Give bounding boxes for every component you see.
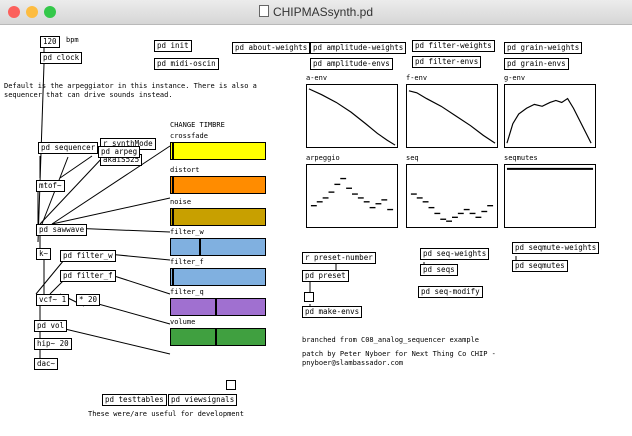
- default-arpeggiator-comment-line1: Default is the arpeggiator in this insta…: [4, 82, 257, 90]
- patch-by-comment-line1: patch by Peter Nyboer for Next Thing Co …: [302, 350, 496, 358]
- seq-array[interactable]: [406, 164, 498, 228]
- filter-q-slider[interactable]: [170, 298, 266, 316]
- arpeggio-array-label: arpeggio: [306, 154, 340, 162]
- pd-init-object[interactable]: pd init: [154, 40, 192, 52]
- window-title-text: CHIPMASsynth.pd: [272, 5, 374, 19]
- volume-slider-knob[interactable]: [215, 329, 217, 345]
- dac-object[interactable]: dac~: [34, 358, 59, 370]
- change-timbre-heading: CHANGE TIMBRE: [170, 121, 225, 129]
- pd-patch-window: CHIPMASsynth.pd 120 bpm pd clock pd init…: [0, 0, 632, 436]
- f-env-array-label: f-env: [406, 74, 428, 82]
- bpm-number-box[interactable]: 120: [40, 36, 60, 48]
- filter-q-slider-knob[interactable]: [215, 299, 217, 315]
- pd-preset-object[interactable]: pd preset: [302, 270, 349, 282]
- filter-f-label: filter_f: [170, 258, 204, 266]
- title-bar: CHIPMASsynth.pd: [0, 0, 632, 25]
- default-arpeggiator-comment-line2: sequencer that can drive sounds instead.: [4, 91, 173, 99]
- f-env-array[interactable]: [406, 84, 498, 148]
- pd-seqmutes-object[interactable]: pd seqmutes: [512, 260, 568, 272]
- distort-slider[interactable]: [170, 176, 266, 194]
- branched-from-comment: branched from C08_analog_sequencer examp…: [302, 336, 480, 344]
- distort-label: distort: [170, 166, 200, 174]
- noise-slider-knob[interactable]: [172, 209, 174, 225]
- pd-seqs-object[interactable]: pd seqs: [420, 264, 458, 276]
- pd-amplitude-envs-object[interactable]: pd amplitude-envs: [310, 58, 393, 70]
- r-preset-number-object[interactable]: r preset-number: [302, 252, 376, 264]
- arpeggio-array[interactable]: [306, 164, 398, 228]
- pd-filter-f-object[interactable]: pd filter_f: [60, 270, 116, 282]
- filter-q-label: filter_q: [170, 288, 204, 296]
- bpm-label: bpm: [66, 36, 79, 44]
- distort-slider-knob[interactable]: [172, 177, 174, 193]
- pd-vol-object[interactable]: pd vol: [34, 320, 68, 332]
- crossfade-label: crossfade: [170, 132, 208, 140]
- pd-seq-modify-object[interactable]: pd seq-modify: [418, 286, 483, 298]
- patch-by-comment-line2: pnyboer@slambassador.com: [302, 359, 404, 367]
- viewsignals-toggle[interactable]: [226, 380, 236, 390]
- pd-seqmute-weights-object[interactable]: pd seqmute-weights: [512, 242, 600, 254]
- pd-filter-w-object[interactable]: pd filter_w: [60, 250, 116, 262]
- crossfade-slider-knob[interactable]: [172, 143, 174, 159]
- pd-about-weights-object[interactable]: pd about-weights: [232, 42, 311, 54]
- pd-midi-oscin-object[interactable]: pd midi-oscin: [154, 58, 219, 70]
- pd-clock-object[interactable]: pd clock: [40, 52, 83, 64]
- k-object[interactable]: k~: [36, 248, 52, 260]
- crossfade-slider[interactable]: [170, 142, 266, 160]
- hip-object[interactable]: hip~ 20: [34, 338, 72, 350]
- g-env-array[interactable]: [504, 84, 596, 148]
- patch-canvas[interactable]: 120 bpm pd clock pd init pd midi-oscin p…: [0, 24, 632, 436]
- filter-f-slider-knob[interactable]: [172, 269, 174, 285]
- pd-make-envs-object[interactable]: pd make-envs: [302, 306, 363, 318]
- multiply-20-object[interactable]: * 20: [76, 294, 101, 306]
- volume-slider[interactable]: [170, 328, 266, 346]
- seq-array-label: seq: [406, 154, 419, 162]
- pd-viewsignals-object[interactable]: pd viewsignals: [168, 394, 238, 406]
- pd-grain-envs-object[interactable]: pd grain-envs: [504, 58, 569, 70]
- make-envs-bang[interactable]: [304, 292, 314, 302]
- pd-sawwave-object[interactable]: pd sawwave: [36, 224, 88, 236]
- useful-for-development-comment: These were/are useful for development: [88, 410, 244, 418]
- pd-amplitude-weights-object[interactable]: pd amplitude-weights: [310, 42, 407, 54]
- mtof-object[interactable]: mtof~: [36, 180, 65, 192]
- window-title: CHIPMASsynth.pd: [0, 5, 632, 19]
- vcf-object[interactable]: vcf~ 1: [36, 294, 70, 306]
- pd-seq-weights-object[interactable]: pd seq-weights: [420, 248, 490, 260]
- a-env-array-label: a-env: [306, 74, 328, 82]
- filter-w-slider[interactable]: [170, 238, 266, 256]
- seqmutes-array-label: seqmutes: [504, 154, 538, 162]
- g-env-array-label: g-env: [504, 74, 526, 82]
- seqmutes-array[interactable]: [504, 164, 596, 228]
- filter-w-label: filter_w: [170, 228, 204, 236]
- pd-testtables-object[interactable]: pd testtables: [102, 394, 167, 406]
- pd-filter-weights-object[interactable]: pd filter-weights: [412, 40, 495, 52]
- pd-filter-envs-object[interactable]: pd filter-envs: [412, 56, 482, 68]
- pd-grain-weights-object[interactable]: pd grain-weights: [504, 42, 583, 54]
- volume-label: volume: [170, 318, 196, 326]
- filter-f-slider[interactable]: [170, 268, 266, 286]
- filter-w-slider-knob[interactable]: [199, 239, 201, 255]
- pd-sequencer-object[interactable]: pd sequencer: [38, 142, 99, 154]
- noise-slider[interactable]: [170, 208, 266, 226]
- document-icon: [258, 5, 269, 17]
- noise-label: noise: [170, 198, 192, 206]
- pd-arpeg-object[interactable]: pd arpeg: [98, 146, 141, 158]
- a-env-array[interactable]: [306, 84, 398, 148]
